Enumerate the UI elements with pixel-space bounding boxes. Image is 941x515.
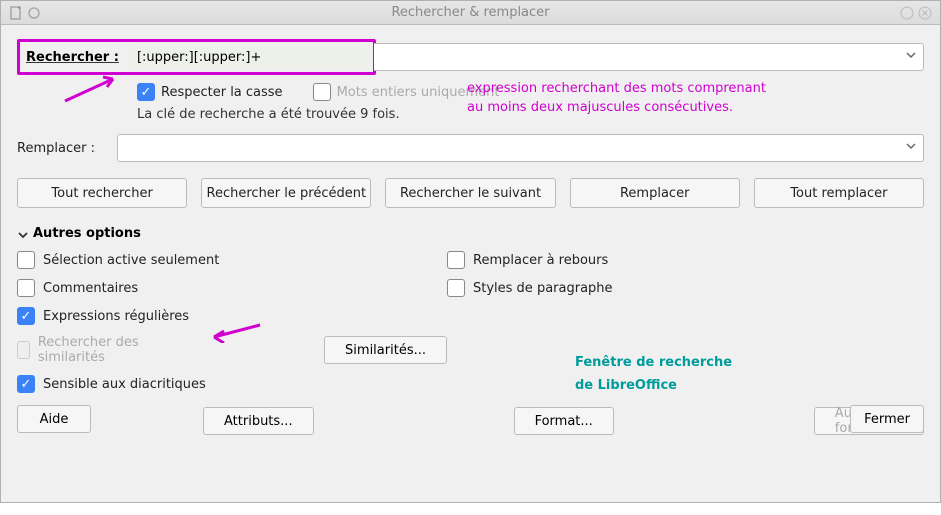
search-value-display: [:upper:][:upper:]+	[129, 47, 365, 68]
replace-label: Remplacer :	[17, 141, 109, 156]
search-label: Rechercher :	[26, 50, 119, 65]
para-styles-checkbox[interactable]	[447, 279, 465, 297]
similarities-button[interactable]: Similarités...	[324, 336, 447, 364]
close-button[interactable]: Fermer	[850, 405, 924, 433]
options-grid: Sélection active seulement Commentaires …	[17, 251, 924, 393]
help-button[interactable]: Aide	[17, 405, 91, 433]
match-case-label: Respecter la casse	[161, 85, 283, 100]
whole-words-checkbox[interactable]	[313, 83, 331, 101]
similarities-checkbox	[17, 341, 30, 359]
close-icon[interactable]	[918, 6, 932, 20]
chevron-down-icon	[17, 229, 27, 239]
find-prev-button[interactable]: Rechercher le précédent	[201, 178, 371, 208]
other-options-header[interactable]: Autres options	[17, 226, 924, 241]
doc-icon	[9, 6, 23, 20]
other-options-title: Autres options	[33, 226, 141, 241]
minimize-icon[interactable]	[900, 6, 914, 20]
find-all-button[interactable]: Tout rechercher	[17, 178, 187, 208]
chevron-down-icon	[905, 49, 917, 65]
search-combo[interactable]	[374, 43, 924, 71]
chevron-down-icon	[905, 140, 917, 156]
find-next-button[interactable]: Rechercher le suivant	[385, 178, 555, 208]
action-button-row: Tout rechercher Rechercher le précédent …	[17, 178, 924, 208]
selection-only-label: Sélection active seulement	[43, 253, 219, 268]
comments-label: Commentaires	[43, 281, 138, 296]
replace-combo[interactable]	[117, 134, 924, 162]
circle-icon	[27, 6, 41, 20]
diacritics-checkbox[interactable]	[17, 375, 35, 393]
para-styles-label: Styles de paragraphe	[473, 281, 613, 296]
backwards-label: Remplacer à rebours	[473, 253, 608, 268]
replace-all-button[interactable]: Tout remplacer	[754, 178, 924, 208]
replace-button[interactable]: Remplacer	[570, 178, 740, 208]
titlebar: Rechercher & remplacer	[1, 1, 940, 25]
comments-checkbox[interactable]	[17, 279, 35, 297]
match-case-checkbox[interactable]	[137, 83, 155, 101]
annotation-arrow-2	[208, 321, 262, 343]
selection-only-checkbox[interactable]	[17, 251, 35, 269]
regex-label: Expressions régulières	[43, 309, 189, 324]
annotation-arrow-1	[63, 71, 127, 105]
annotation-magenta: expression recherchant des mots comprena…	[467, 79, 766, 117]
diacritics-label: Sensible aux diacritiques	[43, 377, 206, 392]
dialog-window: Rechercher & remplacer Rechercher : [:up…	[0, 0, 941, 503]
window-title: Rechercher & remplacer	[41, 5, 900, 20]
backwards-checkbox[interactable]	[447, 251, 465, 269]
similarities-label: Rechercher des similarités	[38, 335, 154, 365]
annotation-teal: Fenêtre de recherche de LibreOffice	[575, 349, 732, 396]
search-row: Rechercher : [:upper:][:upper:]+	[17, 37, 924, 77]
highlight-search-box: Rechercher : [:upper:][:upper:]+	[17, 39, 376, 75]
dialog-footer: Aide Fermer	[17, 405, 924, 433]
regex-checkbox[interactable]	[17, 307, 35, 325]
